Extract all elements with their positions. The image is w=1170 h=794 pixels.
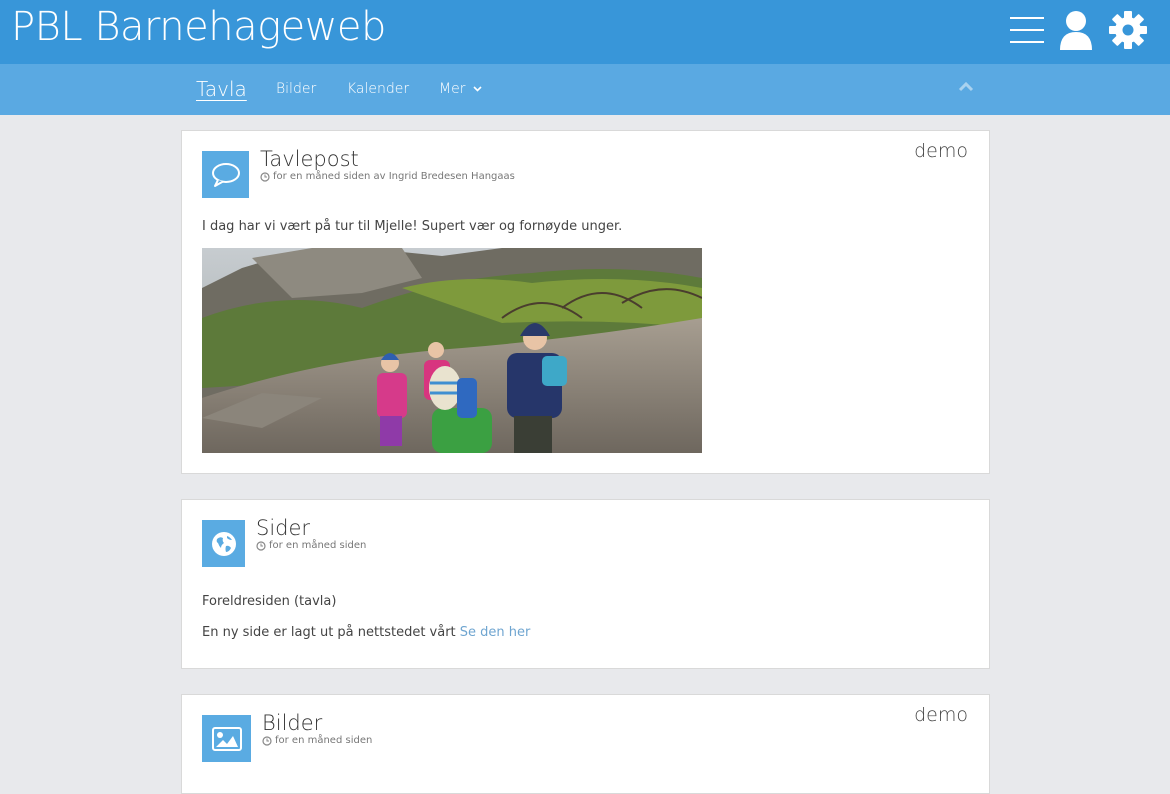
post-line-2-text: En ny side er lagt ut på nettstedet vårt [202,625,456,640]
main-nav: Tavla Bilder Kalender Mer [0,64,1170,115]
post-owner: demo [914,140,968,162]
post-title: Sider [256,516,311,540]
menu-icon[interactable] [1010,16,1044,44]
post-card-tavlepost: Tavlepost for en måned siden av Ingrid B… [181,130,990,474]
clock-icon [262,735,272,746]
post-card-sider: Sider for en måned siden Foreldresiden (… [181,499,990,669]
clock-icon [256,540,266,551]
post-meta-text: for en måned siden [275,735,373,746]
post-line-1: Foreldresiden (tavla) [202,594,337,609]
nav-item-tavla[interactable]: Tavla [196,64,247,115]
top-bar: PBL Barnehageweb [0,0,1170,64]
header-actions [996,10,1148,50]
post-meta: for en måned siden [256,540,366,551]
children-hiking-photo[interactable] [202,248,702,453]
speech-bubble-icon [211,162,240,187]
post-type-tile [202,715,251,762]
nav-item-mer-label: Mer [439,81,466,97]
user-icon[interactable] [1058,10,1094,50]
post-meta: for en måned siden av Ingrid Bredesen Ha… [260,171,515,182]
nav-item-bilder[interactable]: Bilder [276,64,316,115]
see-page-link[interactable]: Se den her [460,625,531,640]
post-type-tile [202,520,245,567]
gear-icon[interactable] [1108,10,1148,50]
chevron-up-icon[interactable] [958,82,974,92]
post-text: I dag har vi vært på tur til Mjelle! Sup… [202,219,623,234]
post-card-bilder: Bilder for en måned siden demo [181,694,990,794]
post-meta-text: for en måned siden av Ingrid Bredesen Ha… [273,171,515,182]
picture-icon [211,726,242,751]
chevron-down-icon [473,86,482,92]
post-title: Bilder [262,711,323,735]
clock-icon [260,171,270,182]
post-line-2: En ny side er lagt ut på nettstedet vårt… [202,625,530,640]
nav-item-mer[interactable]: Mer [439,64,482,115]
nav-item-kalender[interactable]: Kalender [347,64,409,115]
app-title[interactable]: PBL Barnehageweb [11,4,386,50]
post-title: Tavlepost [260,147,359,171]
post-owner: demo [914,704,968,726]
globe-icon [211,531,236,556]
post-meta-text: for en måned siden [269,540,367,551]
post-type-tile [202,151,249,198]
post-meta: for en måned siden [262,735,372,746]
